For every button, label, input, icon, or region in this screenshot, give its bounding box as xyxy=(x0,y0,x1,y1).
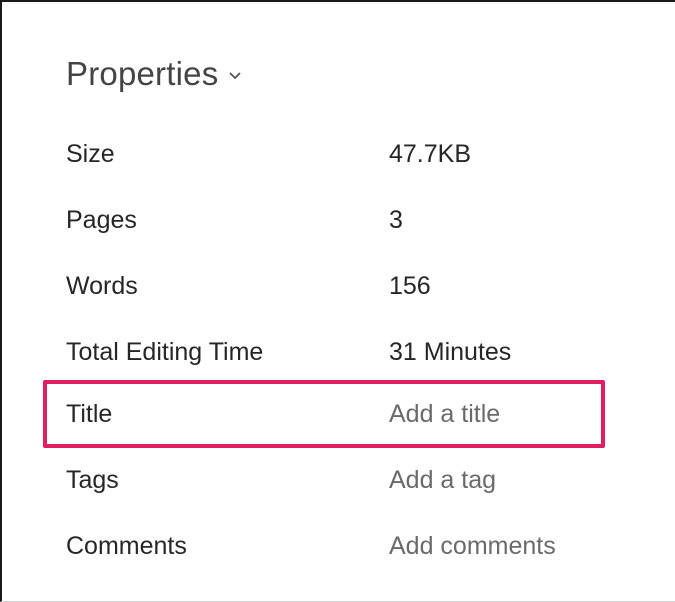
property-value-size: 47.7KB xyxy=(389,139,472,168)
property-row-comments: Comments Add comments xyxy=(66,526,626,566)
property-label-comments: Comments xyxy=(66,531,187,560)
property-row-size: Size 47.7KB xyxy=(66,134,626,174)
property-row-title: Title Add a title xyxy=(66,394,626,434)
chevron-down-icon[interactable] xyxy=(228,69,242,83)
comments-input[interactable]: Add comments xyxy=(389,532,556,561)
property-label-pages: Pages xyxy=(66,205,137,234)
property-row-total-editing-time: Total Editing Time 31 Minutes xyxy=(66,332,626,372)
property-value-total-editing-time: 31 Minutes xyxy=(389,337,512,366)
property-row-pages: Pages 3 xyxy=(66,200,626,240)
property-label-title: Title xyxy=(66,399,113,428)
title-input[interactable]: Add a title xyxy=(389,400,500,429)
property-label-size: Size xyxy=(66,139,115,168)
tags-input[interactable]: Add a tag xyxy=(389,466,496,495)
property-value-words: 156 xyxy=(389,271,431,300)
property-row-words: Words 156 xyxy=(66,266,626,306)
property-row-tags: Tags Add a tag xyxy=(66,460,626,500)
property-label-words: Words xyxy=(66,271,138,300)
properties-title: Properties xyxy=(66,55,219,92)
property-label-total-editing-time: Total Editing Time xyxy=(66,337,264,366)
properties-header[interactable]: Properties xyxy=(66,52,242,96)
property-value-pages: 3 xyxy=(389,205,403,234)
property-label-tags: Tags xyxy=(66,465,119,494)
